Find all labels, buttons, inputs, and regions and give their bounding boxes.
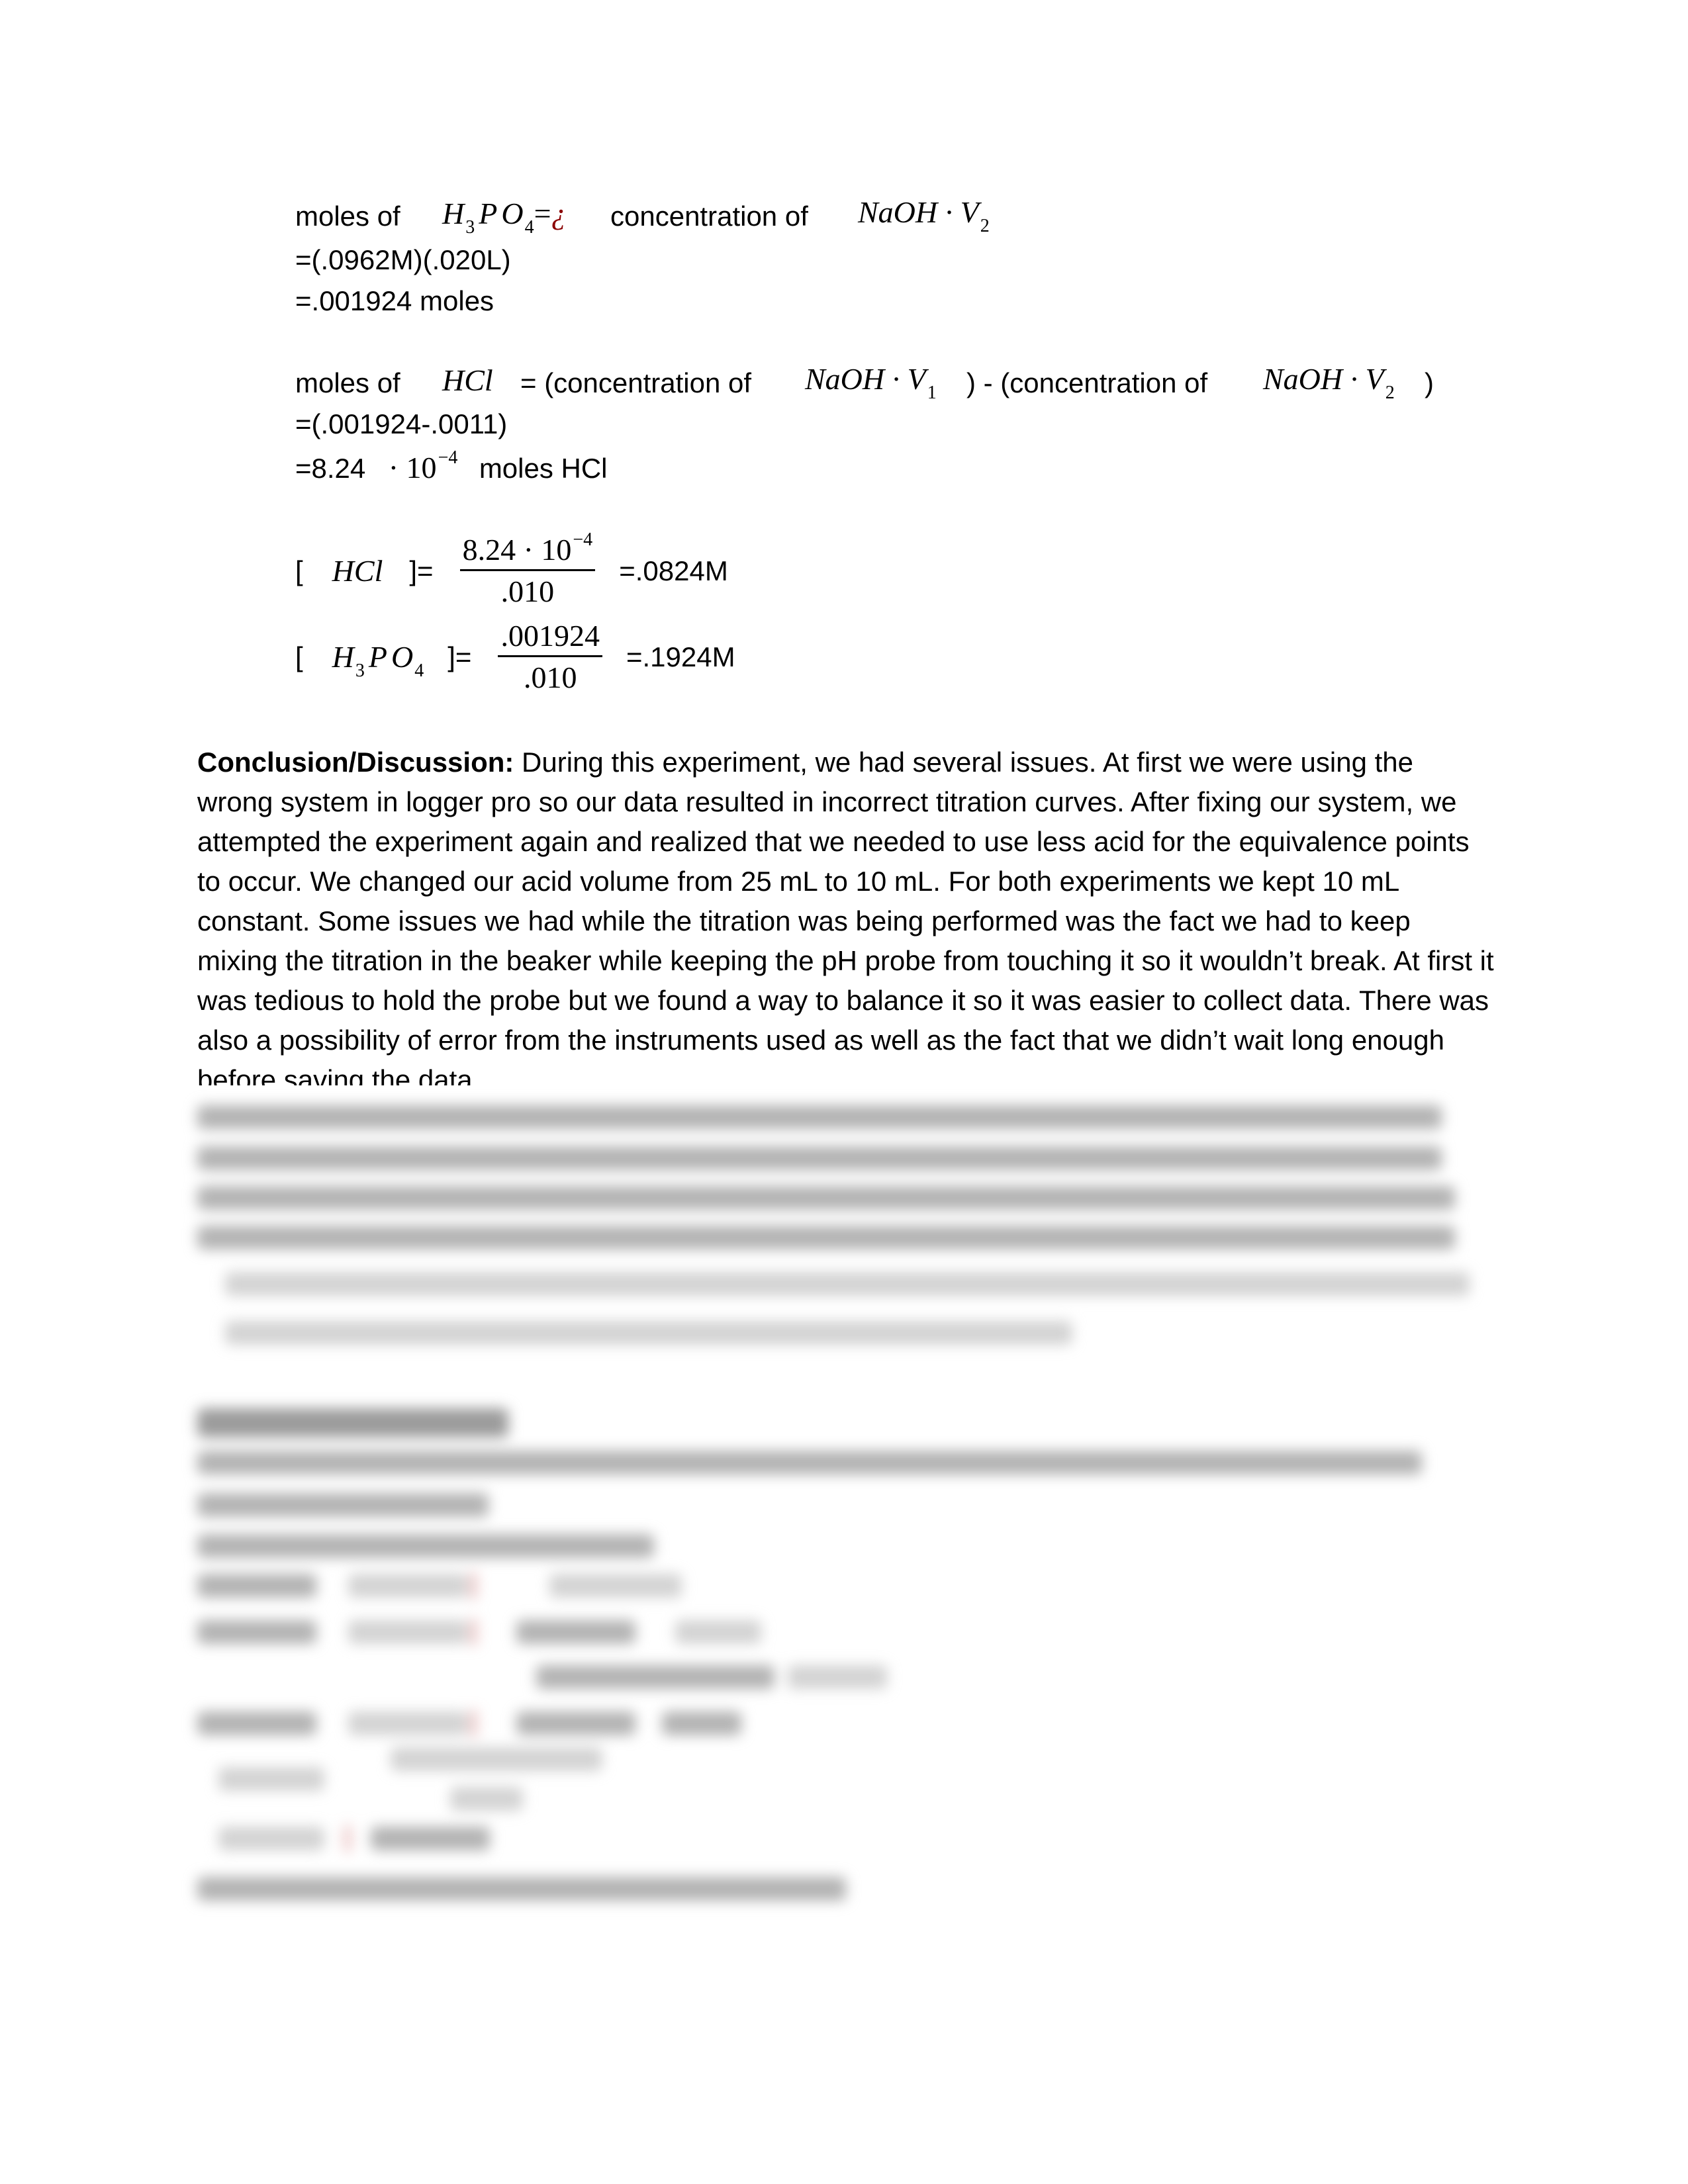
blurred-red-mark bbox=[470, 1572, 477, 1599]
blurred-red-mark bbox=[470, 1619, 477, 1645]
hcl-result: =.0824M bbox=[619, 555, 728, 586]
conclusion-section: Conclusion/Discussion: During this exper… bbox=[197, 743, 1508, 1085]
blurred-content-region bbox=[192, 1085, 1516, 1926]
hcl-eq-text-1: = (concentration of bbox=[520, 367, 752, 398]
h3po4-moles-line: moles of bbox=[295, 203, 400, 230]
blurred-line bbox=[348, 1711, 467, 1735]
blurred-line bbox=[218, 1827, 324, 1850]
hcl-eq-text-2: ) - (concentration of bbox=[966, 367, 1208, 398]
blurred-line bbox=[197, 1534, 654, 1558]
blurred-line bbox=[662, 1711, 741, 1735]
blurred-line bbox=[197, 1451, 1422, 1475]
blurred-line bbox=[788, 1665, 887, 1689]
hcl-fraction: 8.24 · 10−4 .010 bbox=[459, 529, 596, 608]
denominator: .010 bbox=[523, 660, 577, 694]
naoh-v1-expr: NaOH · V1 bbox=[805, 362, 937, 403]
naoh-v2-expr-2: NaOH · V2 bbox=[1263, 362, 1395, 403]
blurred-line bbox=[218, 1767, 324, 1791]
h3po4-step2: =.001924 moles bbox=[295, 285, 494, 316]
blurred-line bbox=[197, 1146, 1442, 1170]
h3po4-concentration-eq: [ H3 P O4 ]= .001924 .010 =.1924M bbox=[295, 619, 735, 694]
denominator: .010 bbox=[500, 574, 555, 608]
blurred-line bbox=[371, 1827, 490, 1850]
blurred-line bbox=[197, 1186, 1455, 1210]
blurred-line bbox=[225, 1321, 1072, 1345]
conclusion-heading: Conclusion/Discussion: bbox=[197, 747, 514, 778]
concentration-of-label: concentration of bbox=[610, 201, 808, 232]
blurred-line bbox=[225, 1272, 1470, 1296]
blurred-line bbox=[348, 1574, 467, 1598]
blurred-line bbox=[450, 1787, 523, 1811]
numerator: 8.24 · 10−4 bbox=[462, 529, 593, 567]
h3po4-fraction: .001924 .010 bbox=[498, 621, 602, 693]
conclusion-body: During this experiment, we had several i… bbox=[197, 747, 1494, 1085]
blurred-line bbox=[516, 1711, 635, 1735]
hcl-step2: =8.24 · 10−4 moles HCl bbox=[295, 447, 608, 484]
blurred-red-mark bbox=[344, 1825, 351, 1852]
blurred-line bbox=[197, 1620, 316, 1644]
conclusion-paragraph: Conclusion/Discussion: During this exper… bbox=[197, 743, 1495, 1085]
blurred-heading bbox=[197, 1408, 508, 1437]
blurred-line bbox=[197, 1574, 316, 1598]
blurred-line bbox=[197, 1877, 846, 1901]
hcl-moles-label: moles of bbox=[295, 367, 400, 398]
blurred-line bbox=[675, 1620, 761, 1644]
numerator: .001924 bbox=[500, 619, 600, 653]
h3po4-result: =.1924M bbox=[626, 641, 735, 672]
hcl-concentration-eq: [ HCl ]= 8.24 · 10−4 .010 =.0824M bbox=[295, 529, 728, 608]
h3po4-formula: H3 P O4=¿ bbox=[442, 197, 567, 238]
blurred-line bbox=[197, 1226, 1455, 1250]
blurred-line bbox=[197, 1493, 489, 1517]
h3po4-step1: =(.0962M)(.020L) bbox=[295, 244, 511, 275]
label: moles of bbox=[295, 201, 400, 232]
blurred-line bbox=[197, 1711, 316, 1735]
blurred-red-mark bbox=[470, 1710, 477, 1737]
error-glyph: ¿ bbox=[551, 197, 567, 230]
hcl-step1: =(.001924-.0011) bbox=[295, 408, 508, 439]
hcl-close-paren: ) bbox=[1425, 367, 1434, 398]
blurred-line bbox=[197, 1105, 1442, 1129]
blurred-line bbox=[391, 1747, 602, 1771]
blurred-line bbox=[549, 1574, 682, 1598]
hcl-formula: HCl bbox=[442, 363, 493, 397]
blurred-line bbox=[516, 1620, 635, 1644]
naoh-v2-expr: NaOH · V2 bbox=[858, 195, 990, 236]
blurred-line bbox=[536, 1665, 774, 1689]
blurred-line bbox=[348, 1620, 467, 1644]
